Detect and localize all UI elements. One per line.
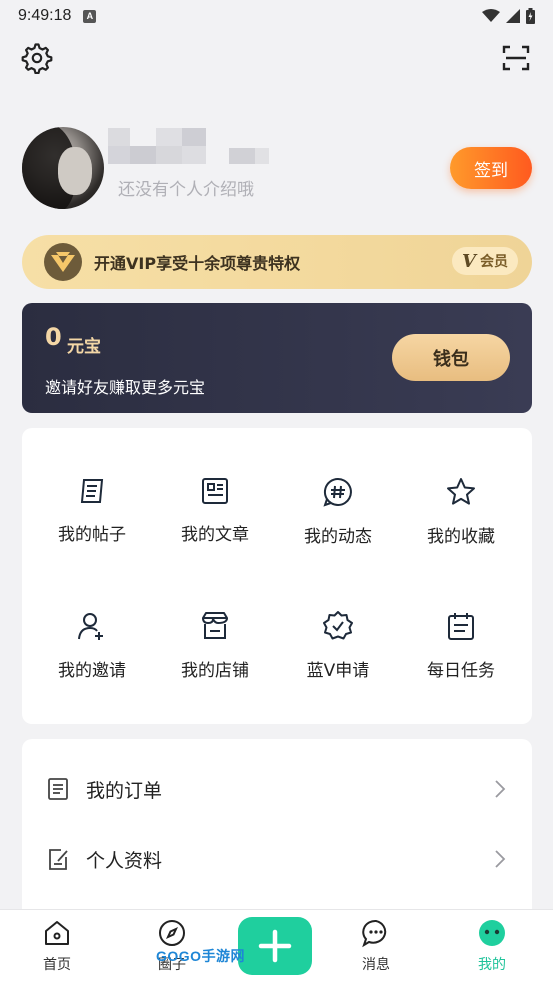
post-icon — [80, 479, 104, 503]
plus-icon — [258, 929, 292, 963]
status-time: 9:49:18 — [18, 7, 72, 24]
grid-item-favorites[interactable]: 我的收藏 — [401, 476, 521, 566]
list-item-profile[interactable]: 个人资料 — [22, 829, 532, 889]
nav-me-label: 我的 — [478, 957, 506, 973]
username-pixelated — [108, 128, 278, 164]
grid-label: 我的文章 — [181, 525, 249, 545]
calendar-task-icon — [448, 613, 474, 640]
battery-icon — [526, 8, 535, 24]
ingot-amount: 0 — [45, 323, 62, 351]
status-bar: 9:49:18 A — [0, 0, 553, 32]
nav-me[interactable]: 我的 — [452, 918, 532, 974]
grid-label: 每日任务 — [427, 661, 495, 681]
signin-button[interactable]: 签到 — [450, 147, 532, 189]
invite-hint[interactable]: 邀请好友赚取更多元宝 — [45, 374, 205, 398]
grid-label: 我的动态 — [304, 527, 372, 547]
vip-text: 开通VIP享受十余项尊贵特权 — [94, 254, 301, 273]
grid-item-daily-tasks[interactable]: 每日任务 — [401, 610, 521, 700]
watermark-logo: GOGO手游网 — [156, 946, 245, 966]
grid-item-blue-v[interactable]: 蓝V申请 — [278, 610, 398, 700]
grid-label: 蓝V申请 — [306, 661, 370, 681]
wifi-icon — [482, 9, 500, 22]
home-icon — [45, 921, 69, 945]
vip-tag-label: 会员 — [480, 254, 508, 270]
invite-user-icon — [78, 613, 103, 640]
grid-label: 我的帖子 — [58, 525, 126, 545]
feature-grid: 我的帖子 我的文章 我的动态 我的收藏 我的邀请 我的店铺 蓝V申请 每日任务 — [22, 428, 532, 724]
ingot-unit: 元宝 — [67, 337, 101, 357]
grid-item-posts[interactable]: 我的帖子 — [32, 476, 152, 566]
watermark-text: GOGO — [156, 948, 202, 964]
list-item-orders[interactable]: 我的订单 — [22, 759, 532, 819]
vip-v-logo: V — [462, 250, 476, 272]
message-icon — [362, 919, 387, 948]
signal-icon — [506, 9, 520, 23]
grid-item-store[interactable]: 我的店铺 — [155, 610, 275, 700]
chevron-right-icon — [495, 850, 506, 868]
avatar[interactable] — [22, 127, 104, 209]
create-post-button[interactable] — [238, 917, 312, 975]
star-icon — [447, 478, 475, 505]
nav-messages-label: 消息 — [362, 957, 390, 973]
notification-a-icon: A — [83, 9, 97, 23]
profile-bio: 还没有个人介绍哦 — [118, 180, 254, 200]
grid-label: 我的邀请 — [58, 661, 126, 681]
grid-item-moments[interactable]: 我的动态 — [278, 476, 398, 566]
grid-item-invites[interactable]: 我的邀请 — [32, 610, 152, 700]
nav-home[interactable]: 首页 — [17, 918, 97, 974]
nav-home-label: 首页 — [43, 957, 71, 973]
hashtag-icon — [323, 477, 352, 507]
vip-member-tag: V 会员 — [452, 247, 518, 275]
scan-button[interactable] — [500, 42, 532, 74]
chevron-right-icon — [495, 780, 506, 798]
avatar-face — [58, 147, 92, 195]
watermark-hand: 手游网 — [201, 948, 246, 964]
grid-label: 我的店铺 — [181, 661, 249, 681]
scan-icon — [502, 45, 530, 71]
wallet-card: 0 元宝 邀请好友赚取更多元宝 钱包 — [22, 303, 532, 413]
edit-profile-icon — [49, 849, 68, 870]
nav-messages[interactable]: 消息 — [336, 918, 416, 974]
compass-icon — [159, 920, 185, 946]
gear-icon — [21, 43, 53, 75]
vip-crown-icon — [44, 243, 82, 281]
list-label: 个人资料 — [86, 849, 163, 872]
verified-badge-icon — [323, 611, 353, 640]
me-face-icon — [479, 920, 505, 946]
vip-banner[interactable]: 开通VIP享受十余项尊贵特权 V 会员 — [22, 235, 532, 289]
status-indicators — [482, 8, 535, 24]
settings-button[interactable] — [21, 42, 53, 75]
grid-label: 我的收藏 — [427, 527, 495, 547]
list-label: 我的订单 — [86, 779, 163, 802]
wallet-button[interactable]: 钱包 — [392, 334, 510, 381]
grid-item-articles[interactable]: 我的文章 — [155, 476, 275, 566]
article-icon — [202, 478, 228, 504]
store-icon — [202, 612, 228, 639]
order-icon — [48, 778, 68, 800]
